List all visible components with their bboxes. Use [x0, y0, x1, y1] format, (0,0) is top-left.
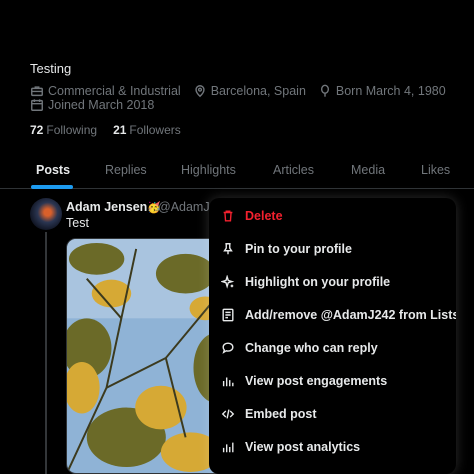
- profile-birthday: Born March 4, 1980: [318, 84, 446, 98]
- pin-icon: [223, 242, 233, 254]
- tab-posts[interactable]: Posts: [36, 163, 70, 177]
- menu-item-engagements[interactable]: View post engagements: [209, 364, 456, 397]
- profile-category: Commercial & Industrial: [30, 84, 181, 98]
- profile-meta-row: Commercial & Industrial Barcelona, Spain…: [30, 84, 458, 98]
- menu-item-label: View post engagements: [245, 373, 388, 388]
- menu-item-label: Add/remove @AdamJ242 from Lists: [245, 307, 456, 322]
- profile-location: Barcelona, Spain: [193, 84, 306, 98]
- menu-item-embed[interactable]: Embed post: [209, 397, 456, 430]
- profile-bio: Testing: [30, 61, 72, 76]
- location-pin-icon: [195, 85, 205, 98]
- calendar-icon: [31, 99, 43, 111]
- joined-label: Joined March 2018: [48, 98, 155, 112]
- tab-media[interactable]: Media: [351, 163, 385, 177]
- profile-joined-row: Joined March 2018: [30, 98, 166, 112]
- speech-bubble-icon: [222, 341, 234, 354]
- tab-articles[interactable]: Articles: [273, 163, 314, 177]
- balloon-icon: [320, 84, 329, 97]
- following-link[interactable]: 72 Following: [30, 123, 97, 137]
- briefcase-icon: [31, 86, 43, 97]
- menu-item-label: Pin to your profile: [245, 241, 352, 256]
- menu-item-pin[interactable]: Pin to your profile: [209, 232, 456, 265]
- list-icon: [222, 308, 234, 321]
- bar-chart-icon: [222, 377, 234, 386]
- profile-tabs: Posts Replies Highlights Articles Media …: [0, 152, 474, 189]
- code-icon: [221, 408, 235, 419]
- menu-item-analytics[interactable]: View post analytics: [209, 430, 456, 463]
- following-count: 72: [30, 123, 44, 137]
- menu-item-reply-settings[interactable]: Change who can reply: [209, 331, 456, 364]
- menu-item-label: Highlight on your profile: [245, 274, 391, 289]
- menu-item-label: Embed post: [245, 406, 317, 421]
- author-name: Adam Jensen: [66, 200, 148, 214]
- birthday-label: Born March 4, 1980: [335, 84, 446, 98]
- tab-replies[interactable]: Replies: [105, 163, 147, 177]
- menu-item-lists[interactable]: Add/remove @AdamJ242 from Lists: [209, 298, 456, 331]
- followers-count: 21: [113, 123, 127, 137]
- menu-item-label: View post analytics: [245, 439, 361, 454]
- tab-likes[interactable]: Likes: [421, 163, 450, 177]
- followers-label: Followers: [129, 123, 181, 137]
- profile-joined: Joined March 2018: [30, 98, 154, 112]
- menu-item-delete[interactable]: Delete: [209, 199, 456, 232]
- menu-item-label: Change who can reply: [245, 340, 378, 355]
- category-label: Commercial & Industrial: [48, 84, 181, 98]
- sparkle-icon: [221, 274, 235, 289]
- trash-icon: [223, 209, 233, 222]
- analytics-icon: [222, 442, 234, 452]
- post-handle[interactable]: @AdamJ2: [158, 200, 217, 214]
- post-options-menu: Delete Pin to your profile Highlight on …: [209, 198, 456, 474]
- tab-highlights[interactable]: Highlights: [181, 163, 236, 177]
- menu-item-label: Delete: [245, 208, 283, 223]
- following-label: Following: [46, 123, 98, 137]
- location-label: Barcelona, Spain: [210, 84, 306, 98]
- avatar[interactable]: [30, 198, 62, 230]
- active-tab-indicator: [31, 185, 73, 189]
- followers-link[interactable]: 21 Followers: [113, 123, 181, 137]
- post-text: Test: [66, 216, 89, 230]
- follow-stats: 72 Following 21 Followers: [30, 123, 197, 137]
- thread-line: [45, 232, 47, 474]
- menu-item-highlight[interactable]: Highlight on your profile: [209, 265, 456, 298]
- post-author[interactable]: Adam Jensen🥳: [66, 200, 161, 214]
